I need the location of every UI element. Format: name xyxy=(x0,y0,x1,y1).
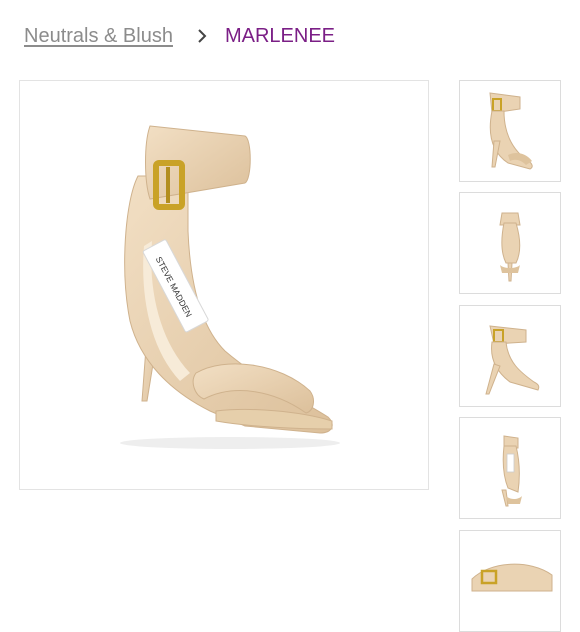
breadcrumb-current-product: MARLENEE xyxy=(224,24,335,47)
breadcrumb-link-neutrals-blush[interactable]: Neutrals & Blush xyxy=(24,25,173,48)
thumbnail-3[interactable] xyxy=(459,305,561,407)
thumbnail-2[interactable] xyxy=(459,192,561,294)
sandal-main-illustration: STEVE MADDEN xyxy=(120,125,340,449)
main-product-image[interactable]: STEVE MADDEN xyxy=(19,80,429,490)
sandal-thumbnail-top xyxy=(471,563,553,592)
thumbnail-5[interactable] xyxy=(459,530,561,632)
sandal-thumbnail-inner xyxy=(501,435,522,507)
sandal-thumbnail-front xyxy=(489,92,533,170)
sandal-thumbnail-back xyxy=(499,212,521,282)
thumbnail-4[interactable] xyxy=(459,417,561,519)
chevron-right-icon xyxy=(197,22,207,50)
thumbnail-1[interactable] xyxy=(459,80,561,182)
sandal-thumbnail-side xyxy=(485,325,540,395)
breadcrumb: Neutrals & Blush MARLENEE xyxy=(24,22,335,50)
